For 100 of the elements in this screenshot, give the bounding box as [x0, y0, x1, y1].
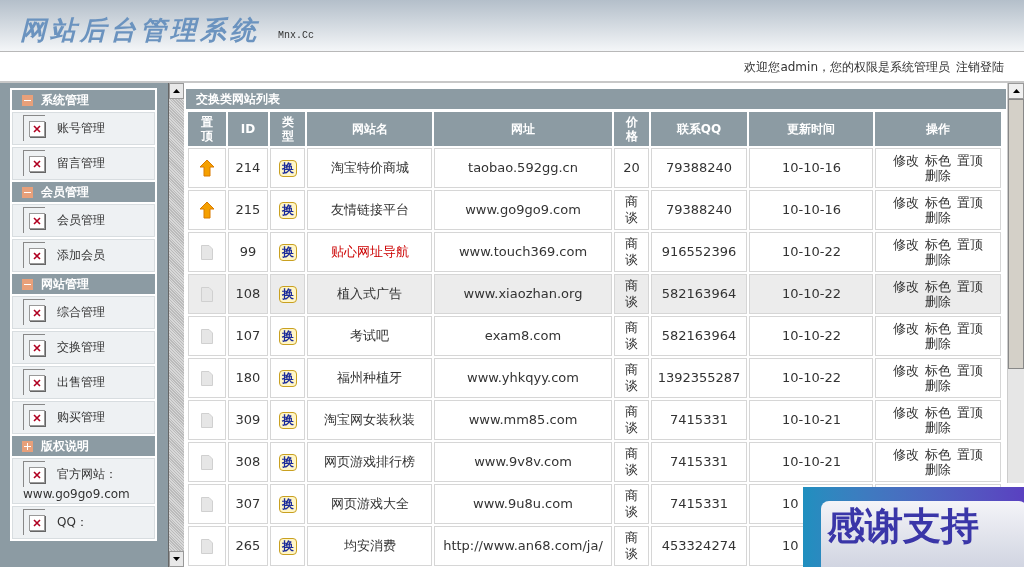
exchange-badge: 换: [278, 244, 297, 262]
table-cell: 10-10-22: [749, 232, 873, 272]
action-link[interactable]: 置顶: [957, 279, 983, 294]
table-cell: 309: [228, 400, 268, 440]
site-name-cell: 考试吧: [307, 316, 432, 356]
site-name-cell: 淘宝网女装秋装: [307, 400, 432, 440]
table-cell: 商谈: [614, 232, 649, 272]
menu-item[interactable]: 官方网站：www.go9go9.com: [12, 458, 155, 504]
exchange-badge: 换: [278, 160, 297, 178]
broken-image-icon: [29, 467, 45, 483]
action-link[interactable]: 修改: [893, 363, 919, 378]
action-link[interactable]: 标色: [925, 195, 951, 210]
table-cell: 307: [228, 484, 268, 524]
menu-item[interactable]: 留言管理: [12, 147, 155, 180]
action-link[interactable]: 删除: [925, 252, 951, 267]
action-link[interactable]: 标色: [925, 279, 951, 294]
table-cell: 265: [228, 526, 268, 566]
table-cell: 10-10-22: [749, 274, 873, 314]
action-link[interactable]: 置顶: [957, 447, 983, 462]
column-header: 更新时间: [749, 112, 873, 146]
action-link[interactable]: 修改: [893, 447, 919, 462]
action-link[interactable]: 置顶: [957, 363, 983, 378]
column-header: 网站名: [307, 112, 432, 146]
table-cell: 79388240: [651, 148, 747, 188]
action-link[interactable]: 标色: [925, 447, 951, 462]
menu-item[interactable]: 出售管理: [12, 366, 155, 399]
action-link[interactable]: 删除: [925, 378, 951, 393]
site-name-cell: 均安消费: [307, 526, 432, 566]
column-header: 操作: [875, 112, 1001, 146]
broken-image-icon: [29, 213, 45, 229]
site-name-cell: 友情链接平台: [307, 190, 432, 230]
table-cell: www.mm85.com: [434, 400, 612, 440]
action-link[interactable]: 修改: [893, 321, 919, 336]
menu-item[interactable]: 交换管理: [12, 331, 155, 364]
action-link[interactable]: 标色: [925, 405, 951, 420]
table-cell: 308: [228, 442, 268, 482]
site-name-cell: 贴心网址导航: [307, 232, 432, 272]
table-cell: 10-10-22: [749, 316, 873, 356]
exchange-badge: 换: [278, 328, 297, 346]
action-link[interactable]: 删除: [925, 336, 951, 351]
action-link[interactable]: 置顶: [957, 153, 983, 168]
menu-item[interactable]: 综合管理: [12, 296, 155, 329]
table-cell: 79388240: [651, 190, 747, 230]
column-header: 联系QQ: [651, 112, 747, 146]
table-cell: 商谈: [614, 316, 649, 356]
action-link[interactable]: 标色: [925, 321, 951, 336]
logo-title: 网站后台管理系统: [20, 17, 260, 43]
table-cell: 10-10-16: [749, 190, 873, 230]
action-link[interactable]: 修改: [893, 405, 919, 420]
table-cell: 916552396: [651, 232, 747, 272]
action-link[interactable]: 删除: [925, 168, 951, 183]
broken-image-icon: [29, 340, 45, 356]
table-cell: 453324274: [651, 526, 747, 566]
action-link[interactable]: 标色: [925, 153, 951, 168]
menu-item[interactable]: 购买管理: [12, 401, 155, 434]
action-link[interactable]: 置顶: [957, 195, 983, 210]
action-link[interactable]: 修改: [893, 279, 919, 294]
scrollbar[interactable]: [168, 83, 184, 567]
action-link[interactable]: 修改: [893, 153, 919, 168]
exchange-badge: 换: [278, 202, 297, 220]
broken-image-icon: [29, 305, 45, 321]
domain-label: Mnx.Cc: [278, 29, 314, 43]
action-link[interactable]: 删除: [925, 294, 951, 309]
menu-item[interactable]: 会员管理: [12, 204, 155, 237]
table-cell: 108: [228, 274, 268, 314]
action-link[interactable]: 置顶: [957, 237, 983, 252]
welcome-text: 欢迎您admin，您的权限是系统管理员: [744, 58, 950, 76]
menu-item[interactable]: 添加会员: [12, 239, 155, 272]
table-cell: 99: [228, 232, 268, 272]
action-link[interactable]: 删除: [925, 210, 951, 225]
column-header: ID: [228, 112, 268, 146]
action-link[interactable]: 删除: [925, 462, 951, 477]
action-link[interactable]: 置顶: [957, 405, 983, 420]
menu-item[interactable]: 账号管理: [12, 112, 155, 145]
broken-image-icon: [29, 121, 45, 137]
menu-item[interactable]: QQ：: [12, 506, 155, 539]
action-link[interactable]: 修改: [893, 195, 919, 210]
scroll-up-icon[interactable]: [1012, 89, 1020, 93]
scroll-up-icon[interactable]: [173, 89, 180, 93]
table-cell: 215: [228, 190, 268, 230]
table-cell: 商谈: [614, 526, 649, 566]
site-name-cell: 植入式广告: [307, 274, 432, 314]
broken-image-icon: [29, 515, 45, 531]
action-link[interactable]: 删除: [925, 420, 951, 435]
action-link[interactable]: 置顶: [957, 321, 983, 336]
action-link[interactable]: 标色: [925, 363, 951, 378]
action-link[interactable]: 标色: [925, 237, 951, 252]
column-header: 价格: [614, 112, 649, 146]
table-cell: 10-10-21: [749, 400, 873, 440]
site-name-cell: 网页游戏大全: [307, 484, 432, 524]
table-cell: 20: [614, 148, 649, 188]
table-cell: 商谈: [614, 190, 649, 230]
column-header: 类型: [270, 112, 305, 146]
logout-link[interactable]: 注销登陆: [956, 57, 1004, 76]
table-cell: 商谈: [614, 442, 649, 482]
table-cell: 582163964: [651, 274, 747, 314]
table-cell: www.go9go9.com: [434, 190, 612, 230]
action-link[interactable]: 修改: [893, 237, 919, 252]
scroll-down-icon[interactable]: [173, 557, 180, 561]
table-title-bar: 交换类网站列表: [186, 89, 1006, 109]
